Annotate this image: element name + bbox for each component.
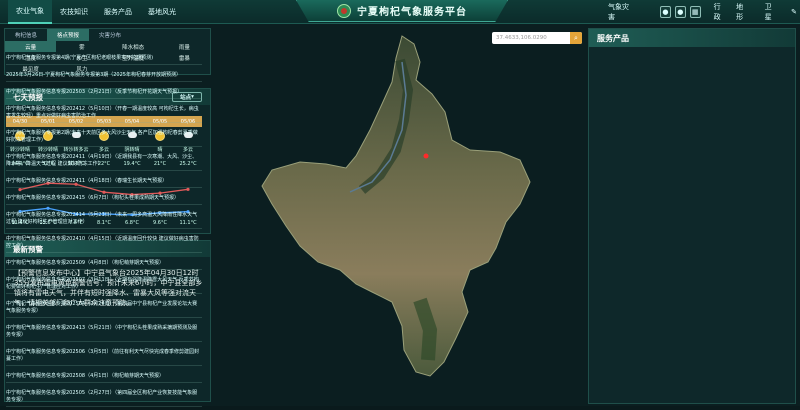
product-item[interactable]: 中宁枸杞气象服务信息专报202413（5月21日）（中宁枸杞头茬果成熟采摘期预测… <box>6 322 202 342</box>
product-item[interactable]: 中宁枸杞气象服务信息专报202503（2月21日）（反季节枸杞开花期天气预报） <box>6 86 202 99</box>
layer-admin[interactable]: 行政 <box>711 2 729 22</box>
tab-goji-info[interactable]: 枸杞信息 <box>5 29 47 41</box>
platform-title: 宁夏枸杞气象服务平台 <box>296 0 508 22</box>
product-item[interactable]: 中宁枸杞气象服务信息专报202415（6月7日）（枸杞头茬果成熟期天气预报） <box>6 192 202 205</box>
product-item[interactable]: 中宁枸杞气象服务专报第2期(未来十天前区多大风沙尘天气 各产区加强枸杞春剪夏季做… <box>6 127 202 147</box>
main-nav: 农业气象 农技知识 服务产品 基地风光 <box>8 0 184 24</box>
right-nav: 气象灾害 ● ● ▦ 行政 地形 卫星 ✎ <box>605 0 800 24</box>
layer-satellite[interactable]: 卫星 <box>762 2 780 22</box>
nav-item-agri-knowledge[interactable]: 农技知识 <box>52 0 96 24</box>
product-item[interactable]: 中宁枸杞气象服务信息专报202504（2月24日）（第四届中宁县枸杞产业发展论坛… <box>6 298 202 318</box>
coordinate-search-input[interactable]: 37.4633,106.0290 <box>492 32 582 44</box>
layer-rainfall[interactable]: 雨量 <box>159 41 210 52</box>
nav-item-base-scenery[interactable]: 基地风光 <box>140 0 184 24</box>
layer-cloud[interactable]: 云量 <box>5 41 57 52</box>
layer-terrain[interactable]: 地形 <box>733 2 751 22</box>
layer-fog[interactable]: 雾 <box>56 41 107 52</box>
product-item[interactable]: 中宁枸杞气象服务信息专报202410（4月15日）（近期温度回升较快 建议做好病… <box>6 233 202 253</box>
product-item[interactable]: 中宁枸杞气象服务信息专报202505（2月27日）（第四届全区枸杞产业恢复技能气… <box>6 387 202 407</box>
product-item[interactable]: 中宁枸杞气象服务信息专报202508（4月1日）（枸杞萌芽期天气预报） <box>6 370 202 383</box>
high-temp-point <box>18 187 22 192</box>
products-title: 服务产品 <box>597 33 629 43</box>
goji-logo-icon <box>337 3 351 18</box>
product-item[interactable]: 中宁枸杞气象服务信息专报202507（3月11日）（近期有强降温降雪大风天气 反… <box>6 274 202 294</box>
page-title: 宁夏枸杞气象服务平台 <box>357 7 467 18</box>
search-button[interactable]: ⌕ <box>570 32 582 44</box>
product-item[interactable]: 中宁枸杞气象服务信息专报202509（4月8日）（枸杞萌芽期天气预报） <box>6 257 202 270</box>
nav-item-disaster[interactable]: 气象灾害 <box>605 2 636 22</box>
search-icon: ⌕ <box>574 33 578 42</box>
nav-item-service-products[interactable]: 服务产品 <box>96 0 140 24</box>
edit-icon[interactable]: ✎ <box>788 8 800 16</box>
user-profile-icon[interactable]: ● <box>674 6 686 18</box>
nav-item-agri-weather[interactable]: 农业气象 <box>8 0 52 24</box>
product-item[interactable]: 中宁枸杞气象服务信息专报202412（5月10日）（开春一期温度较高 可枸杞生长… <box>6 103 202 123</box>
tab-disaster-distribution[interactable]: 灾害分布 <box>89 29 131 41</box>
product-item[interactable]: 中宁枸杞气象服务信息专报202506（3月5日）（前往有利天气尽快完成春季修剪建… <box>6 346 202 366</box>
layer-precip-phase[interactable]: 降水相态 <box>108 41 159 52</box>
high-temp-point <box>186 187 190 191</box>
user-icon[interactable]: ● <box>659 6 671 18</box>
tab-grid-forecast[interactable]: 格点预报 <box>47 29 90 41</box>
location-marker[interactable] <box>423 153 429 159</box>
product-item[interactable]: 中宁枸杞气象服务信息专报202414（5月23日）（未来一周多高温大风降雨性降水… <box>6 209 202 229</box>
grid-menu-icon[interactable]: ▦ <box>689 6 701 18</box>
product-item[interactable]: 中宁枸杞气象服务专报第4期(宁夏产区枸杞老眼枝果实开花期预测) <box>6 52 202 65</box>
product-item[interactable]: 2025年3月26日-宁夏枸杞气象服务专报第3期（2025年枸杞春芽开放期预测） <box>6 69 202 82</box>
service-products-panel: 服务产品 <box>588 28 796 404</box>
product-item[interactable]: 中宁枸杞气象服务信息专报202411（4月19日）（近期我县有一次寒潮、大风、沙… <box>6 151 202 171</box>
product-item[interactable]: 中宁枸杞气象服务信息专报202411（4月18日）（春瑞生长期天气预报） <box>6 175 202 188</box>
